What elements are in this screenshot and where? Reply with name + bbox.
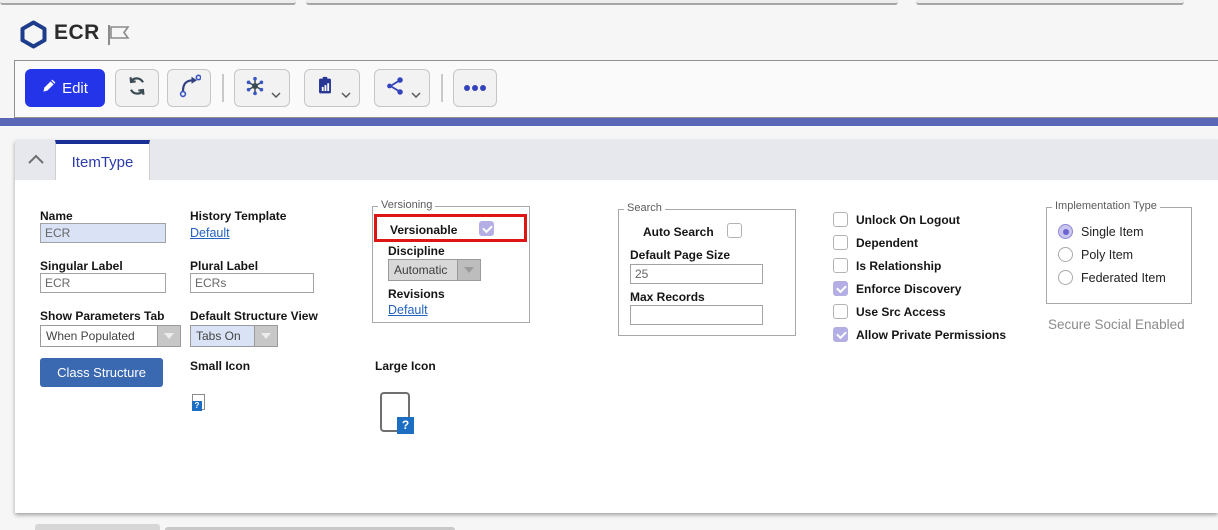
plural-label-label: Plural Label [190, 259, 258, 273]
refresh-button[interactable] [115, 69, 159, 107]
discipline-select[interactable]: Automatic [388, 259, 481, 281]
red-highlight-box [374, 214, 527, 242]
enforce-discovery-checkbox[interactable] [833, 281, 848, 296]
name-label: Name [40, 209, 73, 223]
page-title: ECR [54, 21, 100, 45]
aras-hexagon-logo [20, 20, 47, 49]
single-item-radio[interactable] [1058, 224, 1073, 239]
history-template-link[interactable]: Default [190, 226, 230, 240]
discipline-label: Discipline [388, 244, 445, 258]
show-parameters-tab-value: When Populated [41, 326, 157, 346]
chevron-down-icon [271, 85, 281, 91]
chevron-down-icon [411, 85, 421, 91]
edit-button-label: Edit [62, 80, 88, 97]
singular-label-label: Singular Label [40, 259, 123, 273]
reports-dropdown-button[interactable] [304, 69, 360, 107]
ellipsis-icon [463, 79, 487, 97]
graph-network-icon [244, 75, 266, 102]
large-icon-broken-image[interactable]: ? [380, 392, 410, 432]
federated-item-radio[interactable] [1058, 270, 1073, 285]
revisions-link[interactable]: Default [388, 303, 428, 317]
show-parameters-tab-select[interactable]: When Populated [40, 325, 181, 347]
max-records-input[interactable] [630, 305, 763, 325]
default-structure-view-value: Tabs On [191, 326, 254, 346]
unlock-on-logout-label: Unlock On Logout [856, 213, 960, 227]
is-relationship-checkbox[interactable] [833, 258, 848, 273]
pencil-icon [42, 78, 57, 98]
allow-private-permissions-label: Allow Private Permissions [856, 328, 1006, 342]
structure-browser-dropdown-button[interactable] [234, 69, 290, 107]
edit-button[interactable]: Edit [25, 69, 105, 107]
small-icon-label: Small Icon [190, 359, 250, 373]
promote-arrow-icon [177, 74, 201, 103]
plural-label-input[interactable] [190, 273, 314, 293]
share-dropdown-button[interactable] [374, 69, 430, 107]
auto-search-label: Auto Search [643, 225, 714, 239]
promote-button[interactable] [167, 69, 211, 107]
use-src-access-checkbox[interactable] [833, 304, 848, 319]
use-src-access-label: Use Src Access [856, 305, 946, 319]
itemtype-form-panel: ItemType Name History Template Default S… [15, 140, 1218, 513]
background-tab-remnant [35, 524, 160, 530]
versioning-legend: Versioning [378, 199, 435, 211]
implementation-type-legend: Implementation Type [1052, 200, 1160, 212]
secure-social-enabled-text: Secure Social Enabled [1048, 317, 1185, 332]
triangle-down-icon [261, 333, 271, 339]
enforce-discovery-label: Enforce Discovery [856, 282, 961, 296]
poly-item-radio[interactable] [1058, 247, 1073, 262]
background-tab-remnant [306, 0, 898, 5]
dependent-checkbox[interactable] [833, 235, 848, 250]
default-structure-view-label: Default Structure View [190, 309, 318, 323]
dropdown-arrow-button[interactable] [457, 260, 480, 280]
history-template-label: History Template [190, 209, 286, 223]
show-parameters-tab-label: Show Parameters Tab [40, 309, 165, 323]
default-page-size-label: Default Page Size [630, 248, 730, 262]
max-records-label: Max Records [630, 290, 705, 304]
more-actions-button[interactable] [453, 69, 497, 107]
refresh-icon [126, 75, 148, 102]
question-mark-glyph: ? [192, 401, 202, 411]
federated-item-label: Federated Item [1081, 271, 1166, 285]
share-icon [384, 75, 406, 102]
large-icon-label: Large Icon [375, 359, 436, 373]
auto-search-checkbox[interactable] [727, 223, 742, 238]
toolbar-separator [441, 74, 443, 102]
background-tab-remnant [0, 0, 296, 5]
question-mark-glyph: ? [397, 417, 414, 434]
default-page-size-input[interactable] [630, 264, 763, 284]
background-tab-remnant [916, 0, 1184, 5]
single-item-label: Single Item [1081, 225, 1144, 239]
is-relationship-label: Is Relationship [856, 259, 941, 273]
tab-itemtype[interactable]: ItemType [55, 140, 150, 180]
class-structure-button[interactable]: Class Structure [40, 358, 163, 387]
dependent-label: Dependent [856, 236, 918, 250]
allow-private-permissions-checkbox[interactable] [833, 327, 848, 342]
accent-bar [0, 118, 1218, 126]
name-input[interactable] [40, 223, 166, 243]
toolbar-separator [222, 74, 224, 102]
revisions-label: Revisions [388, 287, 445, 301]
small-icon-broken-image[interactable]: ? [192, 394, 205, 410]
triangle-down-icon [464, 267, 474, 273]
chevron-down-icon [341, 85, 351, 91]
search-legend: Search [624, 202, 665, 214]
discipline-value: Automatic [389, 260, 457, 280]
app-window: ECR Edit [0, 0, 1218, 530]
tab-strip: ItemType [15, 140, 1218, 180]
flag-icon[interactable] [106, 23, 132, 47]
toolbar: Edit [14, 60, 1218, 118]
dropdown-arrow-button[interactable] [157, 326, 180, 346]
collapse-chevron-up-icon[interactable] [27, 152, 47, 168]
singular-label-input[interactable] [40, 273, 166, 293]
dropdown-arrow-button[interactable] [254, 326, 277, 346]
poly-item-label: Poly Item [1081, 248, 1133, 262]
clipboard-report-icon [314, 75, 336, 102]
triangle-down-icon [164, 333, 174, 339]
unlock-on-logout-checkbox[interactable] [833, 212, 848, 227]
default-structure-view-select[interactable]: Tabs On [190, 325, 278, 347]
